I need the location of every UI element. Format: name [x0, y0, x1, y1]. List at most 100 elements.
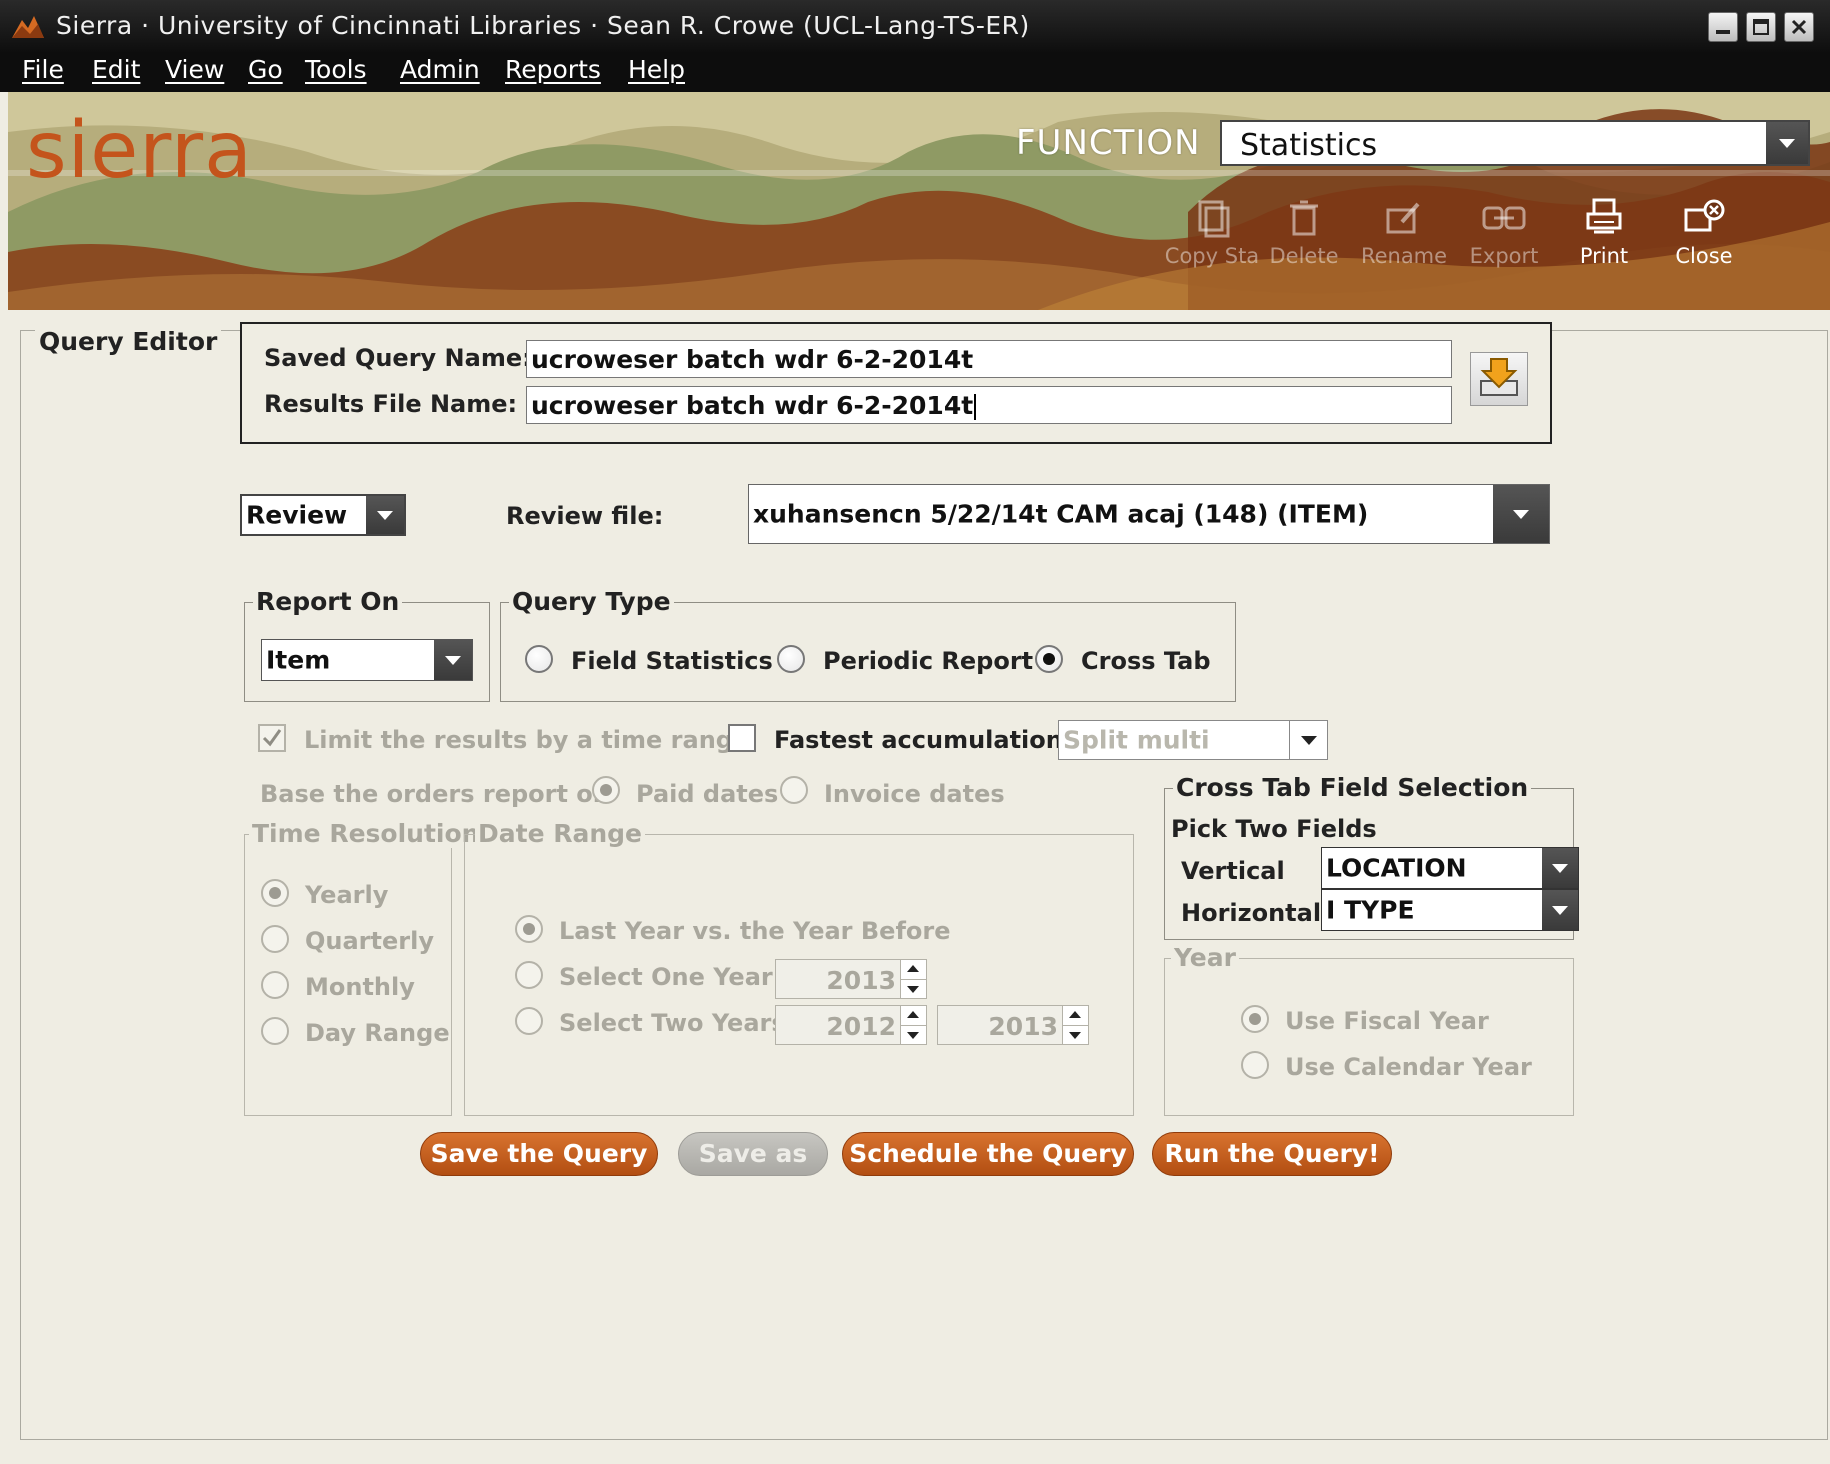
- rename-icon: [1386, 202, 1420, 234]
- report-on-group: Report On Item: [244, 587, 490, 702]
- one-year-radio[interactable]: [515, 961, 543, 989]
- report-on-select[interactable]: Item: [261, 639, 473, 681]
- year-group: Year Use Fiscal Year Use Calendar Year: [1164, 943, 1574, 1116]
- saved-query-input[interactable]: ucroweser batch wdr 6-2-2014t: [526, 340, 1452, 378]
- cross-tab-radio[interactable]: [1035, 645, 1063, 673]
- calendar-year-radio[interactable]: [1241, 1051, 1269, 1079]
- export-button[interactable]: Export: [1454, 198, 1554, 268]
- spinner-arrows[interactable]: [900, 1006, 926, 1044]
- periodic-report-label: Periodic Report: [823, 647, 1034, 675]
- saved-query-label: Saved Query Name:: [264, 344, 532, 372]
- maximize-button[interactable]: [1746, 12, 1776, 42]
- paid-dates-radio[interactable]: [592, 776, 620, 804]
- two-years-to-value: 2013: [988, 1012, 1058, 1041]
- saved-query-value: ucroweser batch wdr 6-2-2014t: [531, 345, 974, 374]
- time-resolution-legend: Time Resolution: [249, 819, 483, 848]
- fastest-accumulation-label: Fastest accumulation: [774, 726, 1063, 754]
- run-query-button[interactable]: Run the Query!: [1152, 1132, 1392, 1176]
- chevron-down-icon[interactable]: [1289, 721, 1327, 759]
- delete-label: Delete: [1269, 244, 1339, 268]
- print-label: Print: [1579, 244, 1629, 268]
- spinner-arrows[interactable]: [900, 960, 926, 998]
- trash-icon: [1290, 200, 1318, 236]
- close-icon: [1684, 199, 1725, 232]
- two-years-label: Select Two Years: [559, 1009, 786, 1037]
- last-year-radio[interactable]: [515, 915, 543, 943]
- results-file-label: Results File Name:: [264, 390, 518, 418]
- load-button[interactable]: [1470, 352, 1528, 406]
- rename-button[interactable]: Rename: [1354, 198, 1454, 268]
- checkmark-icon: [262, 729, 282, 747]
- chevron-down-icon[interactable]: [434, 640, 472, 680]
- limit-time-range-checkbox[interactable]: [258, 724, 286, 752]
- review-select[interactable]: Review: [240, 494, 406, 536]
- chevron-down-icon[interactable]: [1493, 485, 1549, 543]
- sierra-window: Sierra · University of Cincinnati Librar…: [0, 0, 1830, 1464]
- copy-icon: [1198, 200, 1230, 238]
- monthly-radio[interactable]: [261, 971, 289, 999]
- cross-tab-field-group: Cross Tab Field Selection Pick Two Field…: [1164, 773, 1579, 940]
- horizontal-field-value: I TYPE: [1326, 895, 1415, 925]
- menu-tools[interactable]: Tools: [305, 55, 367, 84]
- menu-go[interactable]: Go: [248, 55, 283, 84]
- chevron-down-icon[interactable]: [1542, 890, 1578, 930]
- two-years-to-spinner[interactable]: 2013: [937, 1005, 1089, 1045]
- spinner-arrows[interactable]: [1062, 1006, 1088, 1044]
- day-range-label: Day Range: [305, 1019, 450, 1047]
- review-file-select[interactable]: xuhansencn 5/22/14t CAM acaj (148) (ITEM…: [748, 484, 1550, 544]
- horizontal-label: Horizontal: [1181, 899, 1322, 927]
- menu-file[interactable]: File: [22, 55, 64, 84]
- fastest-accumulation-checkbox[interactable]: [728, 724, 756, 752]
- yearly-radio[interactable]: [261, 879, 289, 907]
- review-file-label: Review file:: [506, 502, 664, 530]
- limit-time-range-label: Limit the results by a time range: [304, 726, 750, 754]
- split-multi-select[interactable]: Split multi: [1058, 720, 1328, 760]
- results-file-input[interactable]: ucroweser batch wdr 6-2-2014t: [526, 386, 1452, 424]
- delete-button[interactable]: Delete: [1254, 198, 1354, 268]
- export-label: Export: [1469, 244, 1539, 268]
- chevron-down-icon[interactable]: [1542, 848, 1578, 888]
- print-button[interactable]: Print: [1554, 198, 1654, 268]
- last-year-label: Last Year vs. the Year Before: [559, 917, 951, 945]
- menu-view[interactable]: View: [165, 55, 224, 84]
- menu-reports[interactable]: Reports: [505, 55, 601, 84]
- window-close-button[interactable]: [1784, 12, 1814, 42]
- title-bar[interactable]: Sierra · University of Cincinnati Librar…: [0, 0, 1830, 52]
- periodic-report-radio[interactable]: [777, 645, 805, 673]
- horizontal-field-select[interactable]: I TYPE: [1321, 889, 1579, 931]
- vertical-field-select[interactable]: LOCATION: [1321, 847, 1579, 889]
- save-query-button[interactable]: Save the Query: [420, 1132, 658, 1176]
- fiscal-year-radio[interactable]: [1241, 1005, 1269, 1033]
- menu-help[interactable]: Help: [628, 55, 685, 84]
- two-years-radio[interactable]: [515, 1007, 543, 1035]
- copy-stats-button[interactable]: Copy Sta: [1162, 198, 1262, 268]
- two-years-from-spinner[interactable]: 2012: [775, 1005, 927, 1045]
- quarterly-radio[interactable]: [261, 925, 289, 953]
- two-years-from-value: 2012: [826, 1012, 896, 1041]
- field-statistics-radio[interactable]: [525, 645, 553, 673]
- function-select[interactable]: Statistics: [1220, 120, 1810, 166]
- paid-dates-label: Paid dates: [636, 780, 779, 808]
- invoice-dates-label: Invoice dates: [824, 780, 1005, 808]
- chevron-down-icon[interactable]: [366, 496, 404, 534]
- window-title: Sierra · University of Cincinnati Librar…: [56, 11, 1030, 40]
- content-area: Query Editor Saved Query Name: Results F…: [8, 310, 1828, 1456]
- invoice-dates-radio[interactable]: [780, 776, 808, 804]
- maximize-icon: [1753, 19, 1769, 35]
- year-legend: Year: [1171, 943, 1239, 972]
- minimize-button[interactable]: [1708, 12, 1738, 42]
- one-year-spinner[interactable]: 2013: [775, 959, 927, 999]
- menu-admin[interactable]: Admin: [400, 55, 480, 84]
- schedule-query-button[interactable]: Schedule the Query: [842, 1132, 1134, 1176]
- menu-edit[interactable]: Edit: [92, 55, 140, 84]
- date-range-legend: Date Range: [475, 819, 646, 848]
- report-on-value: Item: [266, 645, 331, 675]
- pick-two-fields-label: Pick Two Fields: [1171, 815, 1377, 843]
- sierra-logo: sierra: [26, 106, 253, 196]
- close-button[interactable]: Close: [1654, 198, 1754, 268]
- day-range-radio[interactable]: [261, 1017, 289, 1045]
- save-as-button[interactable]: Save as: [678, 1132, 828, 1176]
- review-file-value: xuhansencn 5/22/14t CAM acaj (148) (ITEM…: [753, 499, 1369, 529]
- chevron-down-icon[interactable]: [1766, 122, 1808, 164]
- text-caret: [974, 394, 977, 420]
